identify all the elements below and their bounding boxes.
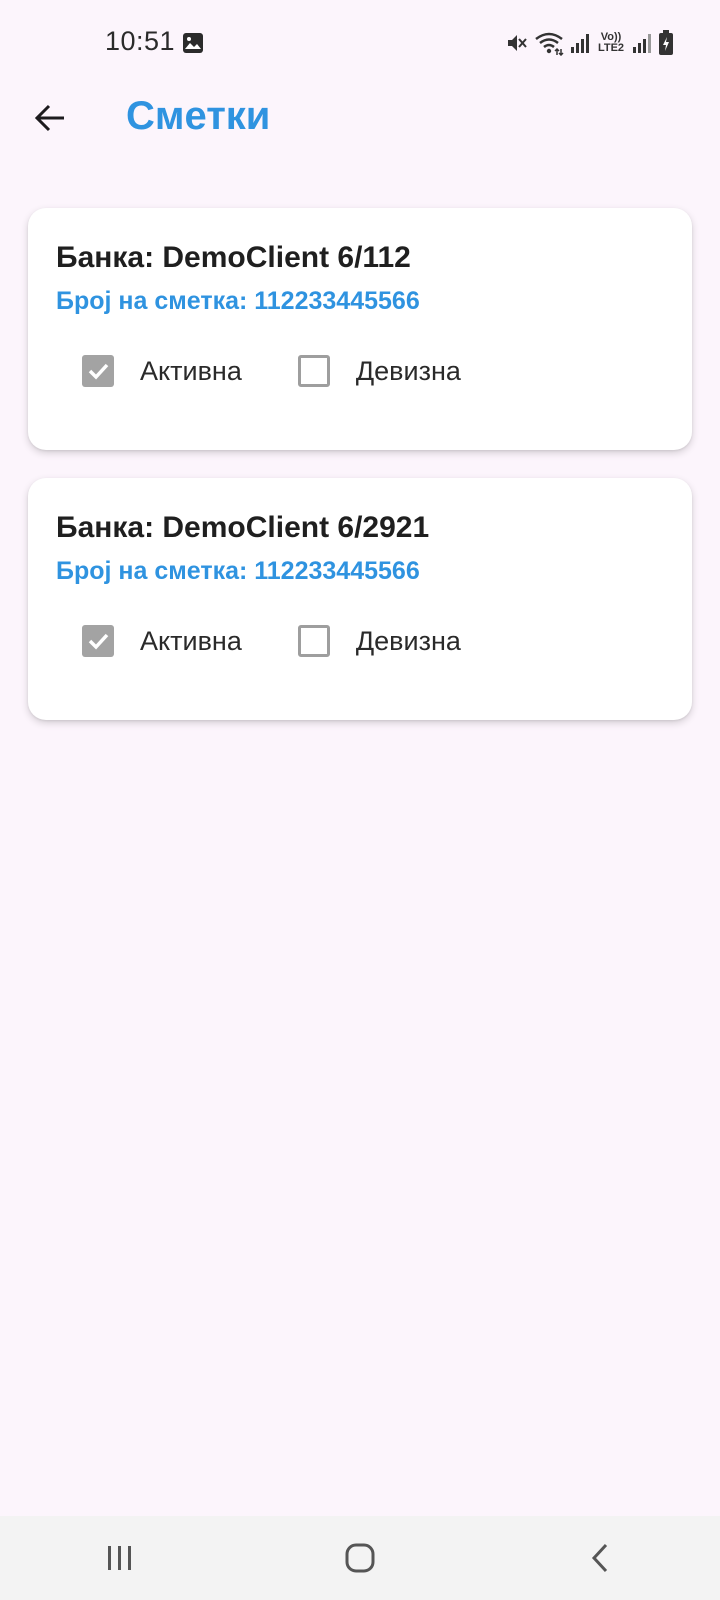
checkbox-row: Активна Девизна <box>82 355 517 387</box>
status-time: 10:51 <box>105 26 176 56</box>
status-bar: 10:51 Vo)) LTE2 <box>0 0 720 88</box>
home-button[interactable] <box>320 1528 400 1588</box>
active-label: Активна <box>140 625 242 656</box>
battery-charging-icon <box>659 30 673 55</box>
volte-line2: LTE2 <box>597 42 625 54</box>
recent-apps-icon <box>108 1546 131 1570</box>
foreign-checkbox-item[interactable]: Девизна <box>297 625 461 657</box>
wifi-icon <box>535 32 564 56</box>
foreign-checkbox-item[interactable]: Девизна <box>297 355 461 387</box>
home-icon <box>345 1543 375 1573</box>
status-icons: Vo)) LTE2 <box>504 28 674 58</box>
account-card[interactable]: Банка: DemoClient 6/2921 Број на сметка:… <box>28 478 692 720</box>
bank-name: Банка: DemoClient 6/2921 <box>56 511 430 544</box>
signal-icon <box>633 34 651 53</box>
signal-icon <box>571 34 589 53</box>
foreign-checkbox[interactable] <box>297 355 330 387</box>
app-bar: Сметки <box>0 88 720 188</box>
check-icon <box>88 363 109 380</box>
active-checkbox-item[interactable]: Активна <box>82 355 242 387</box>
back-icon <box>591 1543 608 1573</box>
active-checkbox-item[interactable]: Активна <box>82 625 242 657</box>
account-number: Број на сметка: 112233445566 <box>56 557 420 585</box>
active-label: Активна <box>140 355 242 386</box>
nav-back-button[interactable] <box>560 1528 640 1588</box>
active-checkbox[interactable] <box>82 355 114 387</box>
account-number: Број на сметка: 112233445566 <box>56 287 420 315</box>
back-button[interactable] <box>24 92 76 144</box>
mute-icon <box>508 35 527 51</box>
bank-name: Банка: DemoClient 6/112 <box>56 241 411 274</box>
arrow-back-icon <box>34 104 64 132</box>
foreign-label: Девизна <box>355 625 461 656</box>
page-title: Сметки <box>126 94 271 138</box>
system-nav-bar <box>0 1516 720 1600</box>
foreign-checkbox[interactable] <box>297 625 330 657</box>
check-icon <box>88 633 109 650</box>
account-list: Банка: DemoClient 6/112 Број на сметка: … <box>28 208 692 748</box>
gallery-icon <box>183 33 203 53</box>
foreign-label: Девизна <box>355 355 461 386</box>
recent-apps-button[interactable] <box>80 1528 160 1588</box>
checkbox-row: Активна Девизна <box>82 625 517 657</box>
volte-icon: Vo)) LTE2 <box>596 32 626 54</box>
active-checkbox[interactable] <box>82 625 114 657</box>
account-card[interactable]: Банка: DemoClient 6/112 Број на сметка: … <box>28 208 692 450</box>
